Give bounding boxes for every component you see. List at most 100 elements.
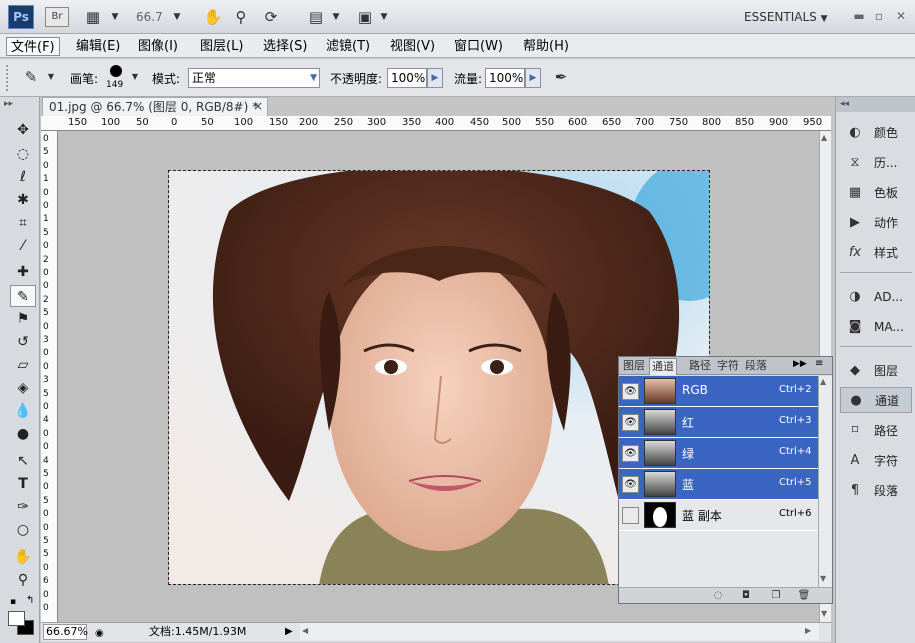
default-colors-icon[interactable]: ▪ bbox=[10, 597, 16, 607]
lasso-tool-icon[interactable]: ℓ bbox=[10, 166, 36, 188]
scroll-left-icon[interactable]: ◀ bbox=[302, 626, 308, 635]
dock-item-channels[interactable]: ● 通道 bbox=[840, 387, 912, 413]
status-arrow-icon[interactable]: ▶ bbox=[285, 623, 293, 641]
menu-select[interactable]: 选择(S) bbox=[259, 37, 311, 56]
close-icon[interactable]: ✕ bbox=[893, 8, 909, 24]
clone-stamp-tool-icon[interactable]: ⚑ bbox=[10, 308, 36, 330]
dock-item-history[interactable]: ⧖ 历... bbox=[840, 150, 912, 176]
visibility-eye-icon[interactable] bbox=[622, 507, 639, 524]
eyedropper-tool-icon[interactable]: ⁄ bbox=[10, 235, 36, 257]
tab-character[interactable]: 字符 bbox=[715, 358, 741, 375]
new-channel-icon[interactable]: ❐ bbox=[769, 589, 783, 603]
flow-input[interactable]: 100% bbox=[485, 68, 525, 88]
channel-row[interactable]: 蓝 副本 Ctrl+6 bbox=[619, 500, 818, 531]
zoom-input[interactable]: 66.67% bbox=[43, 624, 88, 640]
panel-scrollbar[interactable]: ▲ ▼ bbox=[818, 376, 832, 589]
dock-item-styles[interactable]: fx 样式 bbox=[840, 240, 912, 266]
brush-preset-icon[interactable]: ✎ bbox=[20, 67, 42, 87]
horizontal-scrollbar[interactable]: ◀ ▶ bbox=[300, 623, 819, 640]
channel-row[interactable]: 👁 绿 Ctrl+4 bbox=[619, 438, 818, 469]
move-tool-icon[interactable]: ✥ bbox=[10, 119, 36, 141]
dock-item-masks[interactable]: ◙ MA... bbox=[840, 314, 912, 340]
minimize-icon[interactable]: ▬ bbox=[851, 8, 867, 24]
maximize-icon[interactable]: ▫ bbox=[871, 8, 887, 24]
menu-image[interactable]: 图像(I) bbox=[134, 37, 182, 56]
save-selection-icon[interactable]: ◘ bbox=[739, 589, 753, 603]
chevron-down-icon[interactable]: ▼ bbox=[166, 7, 188, 27]
channel-row[interactable]: 👁 蓝 Ctrl+5 bbox=[619, 469, 818, 500]
status-menu-icon[interactable]: ◉ bbox=[95, 625, 104, 643]
tab-channels[interactable]: 通道 bbox=[649, 358, 677, 375]
dock-header[interactable]: ◂◂ bbox=[835, 97, 915, 112]
collapse-icon[interactable]: ▸▸ bbox=[4, 99, 13, 109]
paint-bucket-tool-icon[interactable]: ◈ bbox=[10, 377, 36, 399]
dock-item-layers[interactable]: ◆ 图层 bbox=[840, 358, 912, 384]
magic-wand-tool-icon[interactable]: ✱ bbox=[10, 189, 36, 211]
foreground-color-swatch[interactable] bbox=[8, 611, 25, 626]
scroll-up-icon[interactable]: ▲ bbox=[820, 377, 826, 386]
eraser-tool-icon[interactable]: ▱ bbox=[10, 354, 36, 376]
menu-help[interactable]: 帮助(H) bbox=[519, 37, 573, 56]
brush-tool-icon[interactable]: ✎ bbox=[10, 285, 36, 307]
channel-row[interactable]: 👁 红 Ctrl+3 bbox=[619, 407, 818, 438]
trash-icon[interactable]: 🗑 bbox=[797, 589, 811, 603]
scroll-down-icon[interactable]: ▼ bbox=[821, 609, 827, 618]
menu-file[interactable]: 文件(F) bbox=[6, 37, 60, 56]
menu-layer[interactable]: 图层(L) bbox=[196, 37, 247, 56]
tab-layers[interactable]: 图层 bbox=[621, 358, 647, 375]
expand-icon[interactable]: ▶▶ bbox=[793, 359, 807, 369]
document-tab[interactable]: 01.jpg @ 66.7% (图层 0, RGB/8#) * bbox=[42, 97, 268, 116]
zoom-tool-icon[interactable]: ⚲ bbox=[230, 7, 252, 27]
load-selection-icon[interactable]: ◌ bbox=[711, 589, 725, 603]
dock-item-adjustments[interactable]: ◑ AD... bbox=[840, 284, 912, 310]
dock-item-actions[interactable]: ▶ 动作 bbox=[840, 210, 912, 236]
scroll-down-icon[interactable]: ▼ bbox=[820, 574, 826, 583]
visibility-eye-icon[interactable]: 👁 bbox=[622, 445, 639, 462]
menu-edit[interactable]: 编辑(E) bbox=[72, 37, 124, 56]
hand-tool-icon[interactable]: ✋ bbox=[202, 7, 224, 27]
airbrush-icon[interactable]: ✒ bbox=[550, 67, 572, 87]
menu-window[interactable]: 窗口(W) bbox=[450, 37, 507, 56]
panel-menu-icon[interactable]: ≡ bbox=[815, 358, 823, 369]
path-selection-tool-icon[interactable]: ↖ bbox=[10, 450, 36, 472]
arrange-documents-icon[interactable]: ▤ bbox=[305, 7, 327, 27]
blur-tool-icon[interactable]: 💧 bbox=[10, 400, 36, 422]
pen-tool-icon[interactable]: ✑ bbox=[10, 496, 36, 518]
blend-mode-select[interactable]: 正常 ▼ bbox=[188, 68, 320, 88]
rotate-view-icon[interactable]: ⟳ bbox=[260, 7, 282, 27]
hand-tool-icon[interactable]: ✋ bbox=[10, 546, 36, 568]
channel-row[interactable]: 👁 RGB Ctrl+2 bbox=[619, 376, 818, 407]
menu-view[interactable]: 视图(V) bbox=[386, 37, 439, 56]
zoom-tool-icon[interactable]: ⚲ bbox=[10, 569, 36, 591]
flow-slider-toggle[interactable]: ▶ bbox=[525, 68, 541, 88]
scroll-right-icon[interactable]: ▶ bbox=[805, 626, 811, 635]
opacity-input[interactable]: 100% bbox=[387, 68, 427, 88]
options-grip[interactable] bbox=[6, 65, 11, 91]
dock-item-paragraph[interactable]: ¶ 段落 bbox=[840, 478, 912, 504]
marquee-tool-icon[interactable]: ◌ bbox=[10, 143, 36, 165]
brush-tip-icon[interactable] bbox=[110, 65, 122, 77]
dock-item-color[interactable]: ◐ 颜色 bbox=[840, 120, 912, 146]
visibility-eye-icon[interactable]: 👁 bbox=[622, 383, 639, 400]
dock-item-character[interactable]: A 字符 bbox=[840, 448, 912, 474]
history-brush-tool-icon[interactable]: ↺ bbox=[10, 331, 36, 353]
scroll-up-icon[interactable]: ▲ bbox=[821, 133, 827, 142]
healing-brush-tool-icon[interactable]: ✚ bbox=[10, 261, 36, 283]
photoshop-logo[interactable]: Ps bbox=[8, 5, 34, 29]
dodge-tool-icon[interactable]: ● bbox=[10, 423, 36, 445]
tab-paths[interactable]: 路径 bbox=[687, 358, 713, 375]
chevron-down-icon[interactable]: ▼ bbox=[325, 7, 347, 27]
swap-colors-icon[interactable]: ↰ bbox=[26, 595, 34, 606]
chevron-down-icon[interactable]: ▼ bbox=[373, 7, 395, 27]
collapse-icon[interactable]: ◂◂ bbox=[840, 99, 849, 109]
dock-item-swatches[interactable]: ▦ 色板 bbox=[840, 180, 912, 206]
workspace-switcher[interactable]: ESSENTIALS ▼ bbox=[744, 9, 836, 25]
view-extras-icon[interactable]: ▦ bbox=[82, 7, 104, 27]
close-icon[interactable]: × bbox=[253, 98, 267, 114]
chevron-down-icon[interactable]: ▼ bbox=[40, 67, 62, 87]
opacity-slider-toggle[interactable]: ▶ bbox=[427, 68, 443, 88]
tab-paragraph[interactable]: 段落 bbox=[743, 358, 769, 375]
chevron-down-icon[interactable]: ▼ bbox=[124, 67, 146, 87]
ellipse-tool-icon[interactable]: ○ bbox=[10, 519, 36, 541]
crop-tool-icon[interactable]: ⌗ bbox=[10, 212, 36, 234]
